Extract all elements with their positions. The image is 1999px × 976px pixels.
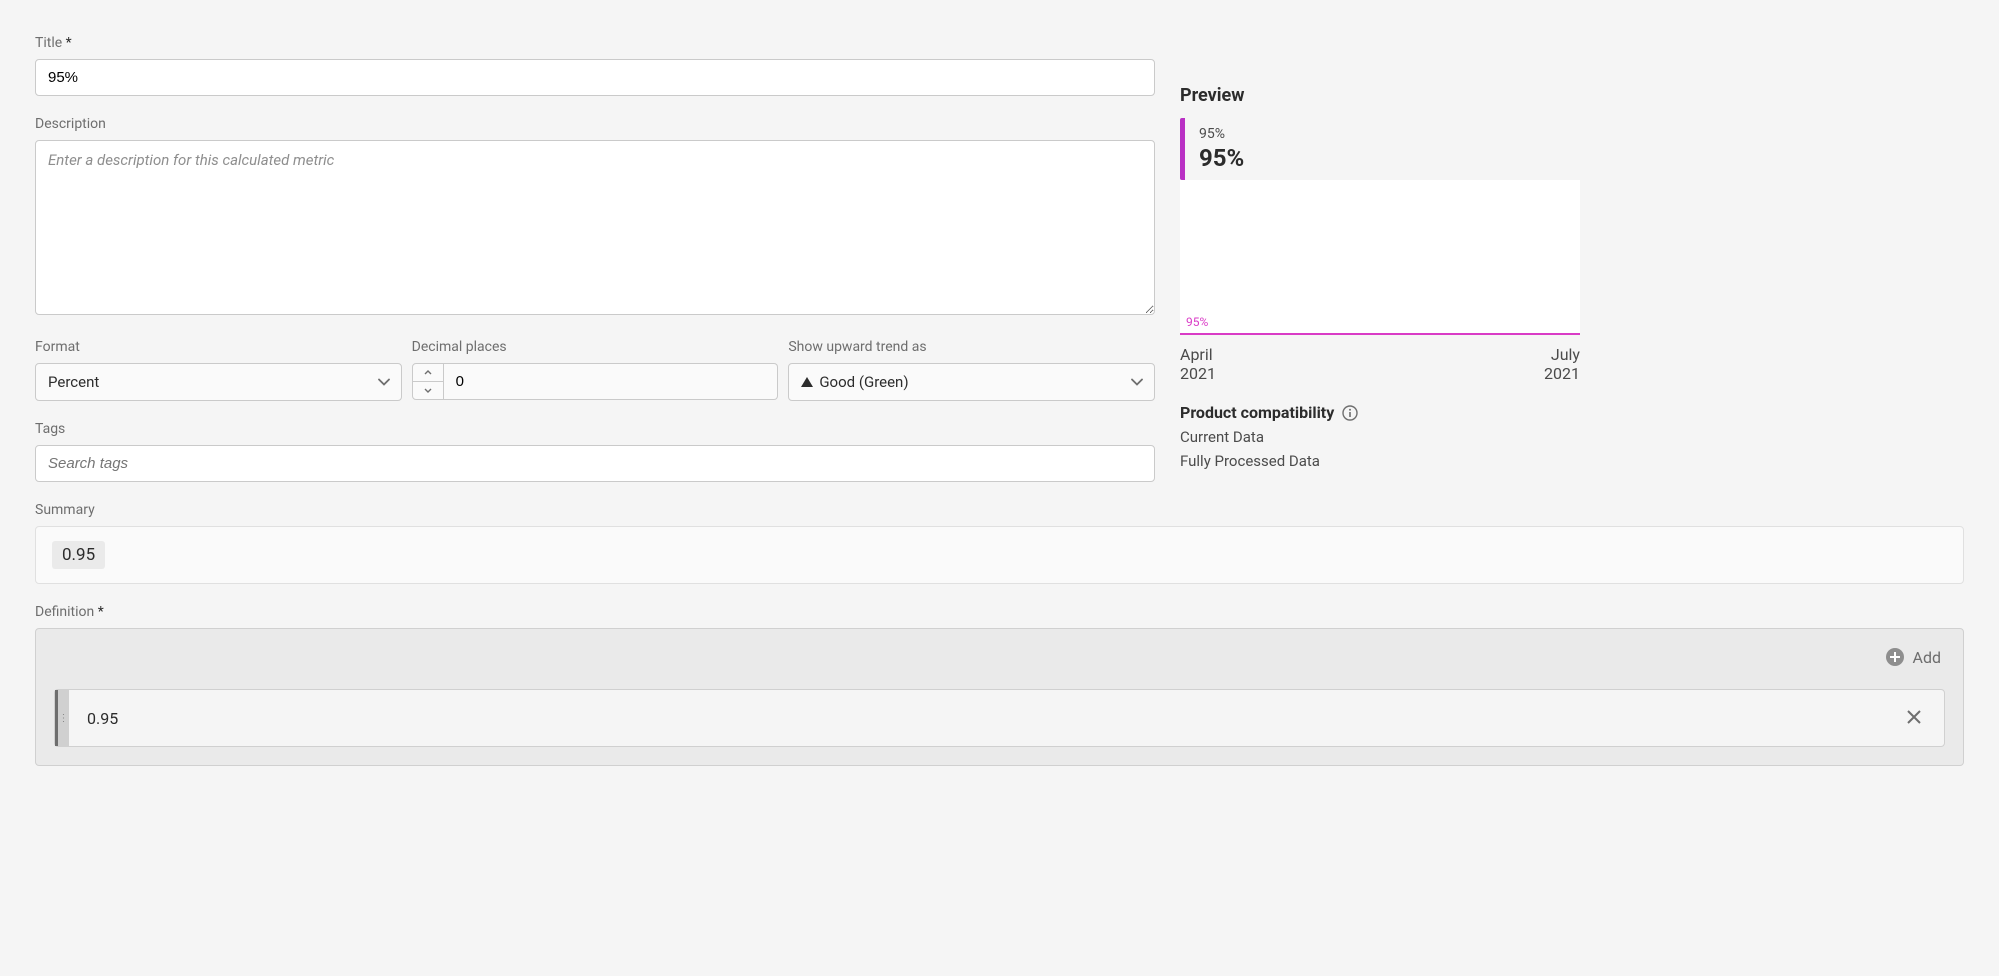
summary-group: Summary 0.95 — [35, 502, 1964, 584]
definition-item: ⋮ 0.95 — [54, 689, 1945, 747]
chart-series-label: 95% — [1186, 315, 1208, 329]
preview-big-value: 95% — [1199, 144, 1566, 172]
summary-label: Summary — [35, 502, 1964, 518]
preview-chart: 95% — [1180, 180, 1580, 335]
remove-button[interactable] — [1884, 706, 1944, 730]
decimal-input[interactable] — [444, 363, 779, 400]
summary-value: 0.95 — [52, 541, 105, 569]
stepper-up-button[interactable] — [413, 364, 443, 382]
tags-group: Tags — [35, 421, 1155, 482]
definition-box: Add ⋮ 0.95 — [35, 628, 1964, 766]
info-icon[interactable] — [1342, 405, 1358, 421]
description-label: Description — [35, 116, 1155, 132]
definition-label: Definition — [35, 604, 1964, 620]
compat-title-text: Product compatibility — [1180, 403, 1334, 422]
decimal-label: Decimal places — [412, 339, 779, 355]
trend-group: Show upward trend as Good (Green) — [788, 339, 1155, 401]
summary-box: 0.95 — [35, 526, 1964, 584]
triangle-up-icon — [801, 377, 813, 387]
chart-date-range: April 2021 July 2021 — [1180, 345, 1580, 383]
date-to-month: July — [1544, 345, 1580, 364]
compat-item: Current Data — [1180, 428, 1580, 446]
trend-label: Show upward trend as — [788, 339, 1155, 355]
format-group: Format Percent — [35, 339, 402, 401]
drag-handle[interactable]: ⋮ — [55, 690, 69, 746]
definition-group: Definition Add ⋮ 0.95 — [35, 604, 1964, 766]
close-icon — [1906, 709, 1922, 725]
preview-small-value: 95% — [1199, 126, 1566, 142]
title-input[interactable] — [35, 59, 1155, 96]
date-from: April 2021 — [1180, 345, 1216, 383]
title-label: Title — [35, 35, 1155, 51]
compat-item: Fully Processed Data — [1180, 452, 1580, 470]
description-textarea[interactable] — [35, 140, 1155, 315]
decimal-group: Decimal places — [412, 339, 779, 401]
chevron-down-icon — [424, 388, 432, 393]
tags-input[interactable] — [35, 445, 1155, 482]
trend-value: Good (Green) — [819, 373, 908, 391]
format-select[interactable]: Percent — [35, 363, 402, 401]
plus-circle-icon — [1885, 647, 1905, 667]
format-label: Format — [35, 339, 402, 355]
chevron-up-icon — [424, 370, 432, 375]
date-to-year: 2021 — [1544, 364, 1580, 383]
add-label: Add — [1913, 648, 1941, 667]
date-from-year: 2021 — [1180, 364, 1216, 383]
add-button[interactable]: Add — [1885, 647, 1941, 667]
stepper-down-button[interactable] — [413, 382, 443, 399]
compat-heading: Product compatibility — [1180, 403, 1580, 422]
format-value: Percent — [48, 373, 99, 391]
preview-card: 95% 95% — [1180, 118, 1580, 180]
date-to: July 2021 — [1544, 345, 1580, 383]
tags-label: Tags — [35, 421, 1155, 437]
preview-heading: Preview — [1180, 85, 1580, 106]
date-from-month: April — [1180, 345, 1216, 364]
title-group: Title — [35, 35, 1155, 96]
decimal-stepper — [412, 363, 444, 400]
trend-select[interactable]: Good (Green) — [788, 363, 1155, 401]
description-group: Description — [35, 116, 1155, 319]
definition-item-value: 0.95 — [69, 693, 1884, 744]
